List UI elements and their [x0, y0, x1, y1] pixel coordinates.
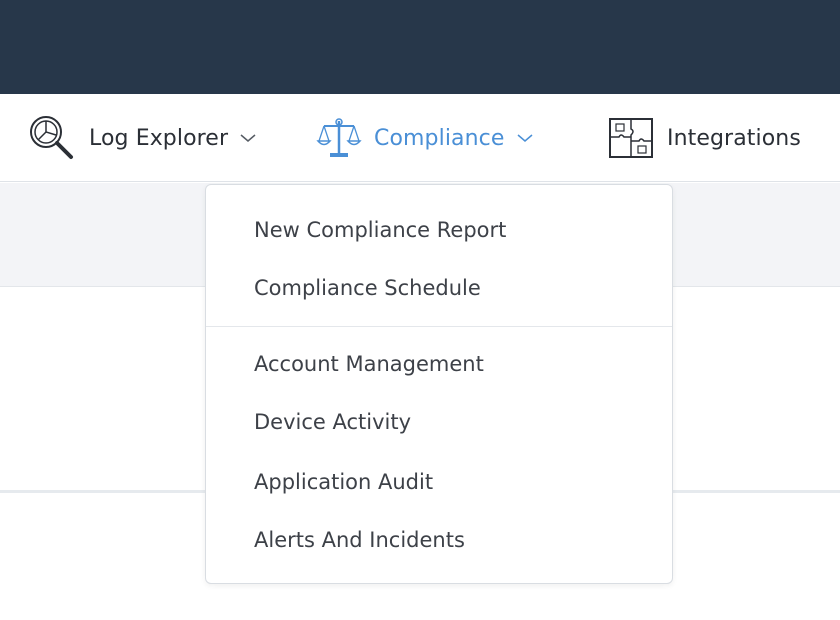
nav-label-compliance: Compliance	[374, 125, 505, 151]
top-header-bar	[0, 0, 840, 94]
log-explorer-icon	[27, 113, 77, 163]
chevron-down-icon	[240, 133, 256, 143]
menu-divider	[206, 326, 672, 327]
nav-item-compliance[interactable]: Compliance	[316, 94, 533, 182]
main-navigation: Log Explorer Compliance Integrations	[0, 94, 840, 182]
menu-item-application-audit[interactable]: Application Audit	[254, 467, 433, 497]
menu-item-compliance-schedule[interactable]: Compliance Schedule	[254, 273, 481, 303]
nav-label-log-explorer: Log Explorer	[89, 125, 229, 151]
chevron-down-icon	[517, 133, 533, 143]
nav-label-integrations: Integrations	[667, 125, 801, 151]
nav-item-log-explorer[interactable]: Log Explorer	[27, 94, 256, 182]
menu-item-alerts-and-incidents[interactable]: Alerts And Incidents	[254, 525, 465, 555]
menu-item-account-management[interactable]: Account Management	[254, 349, 484, 379]
compliance-dropdown-menu: New Compliance Report Compliance Schedul…	[205, 184, 673, 584]
compliance-scales-icon	[316, 115, 362, 161]
menu-item-new-compliance-report[interactable]: New Compliance Report	[254, 215, 506, 245]
nav-item-integrations[interactable]: Integrations	[607, 94, 801, 182]
integrations-puzzle-icon	[607, 115, 655, 161]
menu-item-device-activity[interactable]: Device Activity	[254, 407, 411, 437]
